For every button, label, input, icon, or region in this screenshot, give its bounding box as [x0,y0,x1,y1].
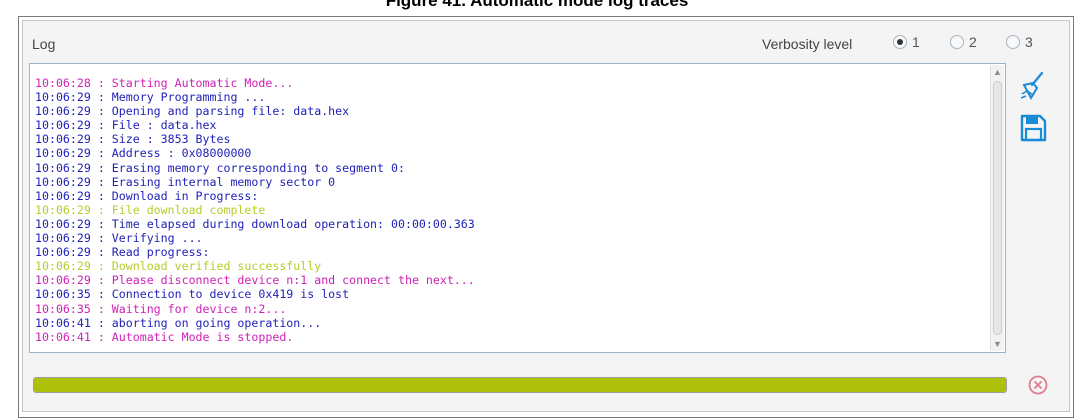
log-separator: : [90,287,112,302]
broom-icon[interactable] [1019,71,1045,106]
verbosity-radio-group: 1 2 3 [0,34,1074,52]
log-line: 10:06:29 : Please disconnect device n:1 … [35,273,475,287]
log-line: 10:06:29 : Erasing internal memory secto… [35,175,475,189]
verbosity-option-label: 3 [1025,34,1033,50]
log-timestamp: 10:06:29 [35,231,91,246]
log-message: aborting on going operation... [111,315,322,330]
log-line: 10:06:29 : Read progress: [35,245,475,259]
log-timestamp: 10:06:35 [35,287,91,302]
verbosity-radio-2[interactable]: 2 [950,34,977,50]
verbosity-radio-3[interactable]: 3 [1006,34,1033,50]
verbosity-option-label: 2 [969,34,977,50]
log-separator: : [90,104,112,119]
log-message: Size : 3853 Bytes [111,132,231,147]
log-timestamp: 10:06:29 [35,146,91,161]
verbosity-radio-1[interactable]: 1 [893,34,920,50]
log-timestamp: 10:06:41 [35,329,91,344]
log-line: 10:06:29 : Download verified successfull… [35,259,475,273]
log-separator: : [90,188,112,203]
log-lines: 10:06:28 : Starting Automatic Mode... 10:… [35,76,475,344]
log-line: 10:06:29 : File : data.hex [35,118,475,132]
log-timestamp: 10:06:29 [35,216,91,231]
log-message: Please disconnect device n:1 and connect… [111,273,475,288]
log-separator: : [90,301,112,316]
log-line: 10:06:35 : Connection to device 0x419 is… [35,287,475,301]
radio-unchecked-icon [1006,35,1020,49]
log-separator: : [90,216,112,231]
log-line: 10:06:29 : Time elapsed during download … [35,217,475,231]
log-console[interactable]: 10:06:28 : Starting Automatic Mode... 10:… [29,63,1006,353]
radio-checked-icon [893,35,907,49]
log-line: 10:06:41 : aborting on going operation..… [35,316,475,330]
log-message: Read progress: [111,245,210,260]
log-line: 10:06:29 : Download in Progress: [35,189,475,203]
log-separator: : [90,202,112,217]
progress-fill [34,378,1006,392]
log-message: Time elapsed during download operation: … [111,216,475,231]
log-message: File download complete [111,202,266,217]
log-separator: : [90,245,112,260]
log-line: 10:06:29 : Size : 3853 Bytes [35,132,475,146]
log-line: 10:06:29 : Address : 0x08000000 [35,146,475,160]
log-timestamp: 10:06:29 [35,174,91,189]
log-separator: : [90,118,112,133]
log-separator: : [90,259,112,274]
log-message: Automatic Mode is stopped. [111,329,294,344]
radio-unchecked-icon [950,35,964,49]
figure-caption: Figure 41. Automatic mode log traces [385,0,689,10]
log-timestamp: 10:06:29 [35,90,91,105]
log-timestamp: 10:06:29 [35,273,91,288]
log-line: 10:06:35 : Waiting for device n:2... [35,302,475,316]
log-line: 10:06:28 : Starting Automatic Mode... [35,76,475,90]
log-timestamp: 10:06:29 [35,259,91,274]
log-line: 10:06:29 : Verifying ... [35,231,475,245]
log-line: 10:06:41 : Automatic Mode is stopped. [35,330,475,344]
log-timestamp: 10:06:29 [35,188,91,203]
vertical-scrollbar[interactable]: ▲ ▼ [990,65,1004,351]
log-message: Verifying ... [111,231,203,246]
scroll-up-arrow-icon[interactable]: ▲ [991,65,1004,79]
log-timestamp: 10:06:29 [35,245,91,260]
log-timestamp: 10:06:29 [35,132,91,147]
log-separator: : [90,329,112,344]
log-line: 10:06:29 : File download complete [35,203,475,217]
scroll-down-arrow-icon[interactable]: ▼ [991,337,1004,351]
log-line: 10:06:29 : Opening and parsing file: dat… [35,104,475,118]
log-separator: : [90,90,112,105]
log-line: 10:06:29 : Erasing memory corresponding … [35,161,475,175]
log-message: Starting Automatic Mode... [111,76,294,90]
log-message: Opening and parsing file: data.hex [111,104,350,119]
log-separator: : [90,315,112,330]
log-message: Erasing memory corresponding to segment … [111,160,405,175]
log-separator: : [90,146,112,161]
log-message: Download in Progress: [111,188,259,203]
log-message: Address : 0x08000000 [111,146,252,161]
log-separator: : [90,160,112,175]
log-message: File : data.hex [111,118,217,133]
log-timestamp: 10:06:35 [35,301,91,316]
save-icon[interactable] [1019,113,1047,148]
log-message: Memory Programming ... [111,90,266,105]
log-message: Erasing internal memory sector 0 [111,174,336,189]
log-separator: : [90,132,112,147]
progress-bar [33,377,1007,393]
log-separator: : [90,231,112,246]
log-timestamp: 10:06:29 [35,202,91,217]
stop-circle-icon[interactable] [1027,374,1049,401]
log-line: 10:06:29 : Memory Programming ... [35,90,475,104]
log-message: Connection to device 0x419 is lost [111,287,350,302]
log-timestamp: 10:06:29 [35,118,91,133]
log-timestamp: 10:06:28 [35,76,91,90]
log-message: Download verified successfully [111,259,322,274]
log-timestamp: 10:06:29 [35,104,91,119]
verbosity-option-label: 1 [912,34,920,50]
scroll-thumb[interactable] [993,81,1002,335]
log-separator: : [90,76,112,90]
log-separator: : [90,273,112,288]
log-message: Waiting for device n:2... [111,301,287,316]
log-timestamp: 10:06:29 [35,160,91,175]
log-timestamp: 10:06:41 [35,315,91,330]
log-separator: : [90,174,112,189]
